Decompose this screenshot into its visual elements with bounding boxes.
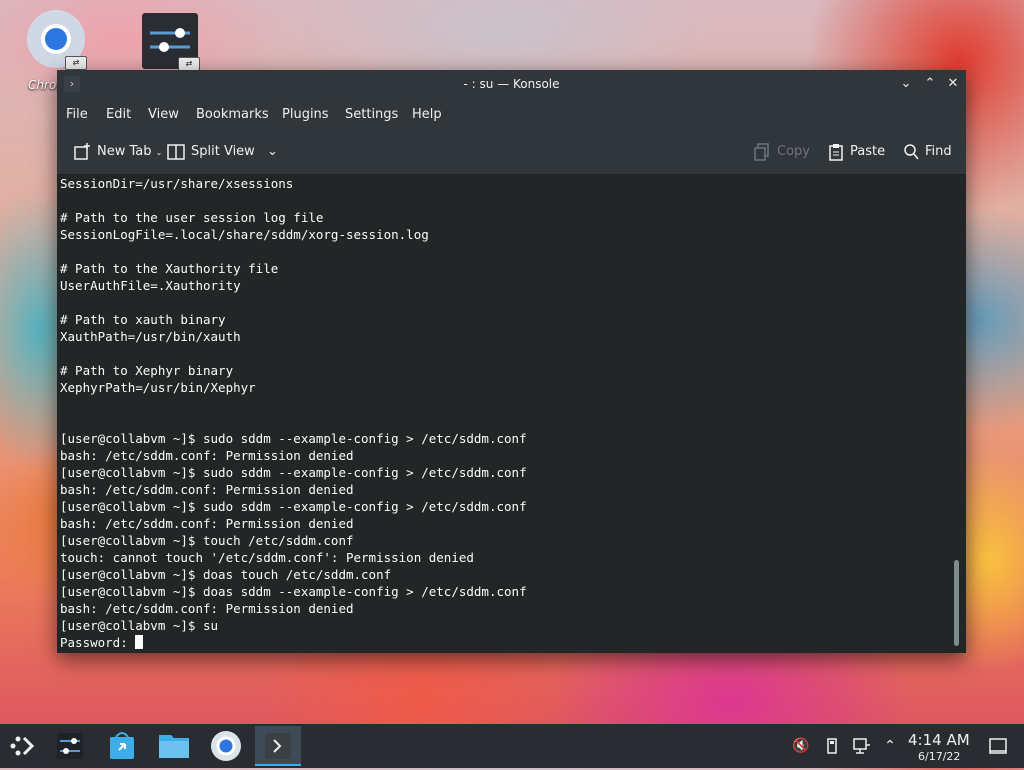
title-bar[interactable]: › - : su — Konsole ⌄ ⌃ ✕ (57, 70, 966, 98)
search-icon (904, 143, 919, 159)
menu-view[interactable]: View (148, 107, 179, 122)
desktop-chrome-icon[interactable]: ⇄ (27, 10, 87, 70)
split-view-chevron-icon[interactable]: ⌄ (267, 144, 278, 159)
launcher-icon (10, 736, 35, 756)
maximize-icon[interactable]: ⌃ (921, 75, 939, 93)
paste-icon (829, 143, 843, 161)
terminal-line: bash: /etc/sddm.conf: Permission denied (60, 516, 354, 531)
taskbar-konsole-button[interactable] (255, 726, 301, 766)
terminal-line: # Path to Xephyr binary (60, 363, 234, 378)
terminal-line: XephyrPath=/usr/bin/Xephyr (60, 380, 256, 395)
copy-button[interactable]: Copy (753, 142, 810, 162)
menu-edit[interactable]: Edit (106, 107, 131, 122)
find-label: Find (925, 144, 952, 159)
terminal-line: [user@collabvm ~]$ sudo sddm --example-c… (60, 465, 527, 480)
toolbar: New Tab ⌄ Split View ⌄ Copy Paste Find (57, 130, 966, 175)
text-cursor (135, 635, 144, 649)
terminal-line: XauthPath=/usr/bin/xauth (60, 329, 241, 344)
chrome-center (41, 24, 71, 54)
scrollbar-thumb[interactable] (954, 560, 959, 646)
close-icon[interactable]: ✕ (944, 75, 962, 93)
terminal-line: bash: /etc/sddm.conf: Permission denied (60, 448, 354, 463)
clock-time[interactable]: 4:14 AM (908, 731, 970, 749)
split-view-icon (167, 143, 185, 160)
terminal-line: [user@collabvm ~]$ touch /etc/sddm.conf (60, 533, 354, 548)
folder-icon (159, 735, 189, 758)
terminal-scrollbar[interactable] (947, 175, 966, 653)
taskbar-chrome-button[interactable] (203, 726, 249, 766)
clock-date[interactable]: 6/17/22 (918, 750, 960, 763)
menu-file[interactable]: File (66, 107, 88, 122)
app-launcher-button[interactable] (0, 726, 46, 766)
split-view-button[interactable]: Split View ⌄ (167, 142, 278, 162)
terminal-output: SessionDir=/usr/share/xsessions # Path t… (57, 175, 947, 651)
new-tab-label: New Tab (97, 144, 152, 159)
terminal-line: SessionLogFile=.local/share/sddm/xorg-se… (60, 227, 429, 242)
menu-settings[interactable]: Settings (345, 107, 398, 122)
minimize-icon[interactable]: ⌄ (897, 75, 915, 93)
terminal-icon (265, 733, 291, 759)
terminal-line: # Path to xauth binary (60, 312, 226, 327)
terminal-line: [user@collabvm ~]$ sudo sddm --example-c… (60, 499, 527, 514)
taskbar-store-button[interactable] (99, 726, 145, 766)
copy-icon (754, 142, 769, 161)
terminal-view[interactable]: SessionDir=/usr/share/xsessions # Path t… (57, 175, 947, 653)
terminal-line: # Path to the Xauthority file (60, 261, 279, 276)
new-tab-icon (74, 142, 90, 160)
sliders-icon (57, 733, 83, 759)
paste-label: Paste (850, 144, 886, 159)
password-prompt: Password: (60, 635, 136, 650)
new-tab-chevron-icon: ⌄ (155, 148, 163, 157)
terminal-line: [user@collabvm ~]$ su (60, 618, 219, 633)
link-badge-icon: ⇄ (65, 56, 87, 70)
show-desktop-icon[interactable] (988, 736, 1008, 756)
terminal-line: UserAuthFile=.Xauthority (60, 278, 241, 293)
menu-help[interactable]: Help (412, 107, 442, 122)
new-tab-button[interactable]: New Tab ⌄ (73, 142, 162, 162)
chrome-icon (211, 731, 241, 761)
taskbar-files-button[interactable] (151, 726, 197, 766)
terminal-line: bash: /etc/sddm.conf: Permission denied (60, 482, 354, 497)
menu-bar: File Edit View Bookmarks Plugins Setting… (57, 98, 966, 130)
terminal-line: [user@collabvm ~]$ sudo sddm --example-c… (60, 431, 527, 446)
taskbar: 🔇 ⌃ (0, 724, 1024, 768)
volume-muted-icon[interactable]: 🔇 (791, 736, 811, 756)
copy-label: Copy (777, 144, 810, 159)
terminal-line: [user@collabvm ~]$ doas touch /etc/sddm.… (60, 567, 392, 582)
split-view-label: Split View (191, 144, 255, 159)
terminal-line: SessionDir=/usr/share/xsessions (60, 176, 294, 191)
taskbar-mixer-button[interactable] (47, 726, 93, 766)
terminal-line: # Path to the user session log file (60, 210, 324, 225)
find-button[interactable]: Find (903, 142, 952, 162)
link-badge-icon: ⇄ (178, 57, 200, 71)
shopping-bag-icon (110, 732, 134, 759)
paste-button[interactable]: Paste (828, 142, 885, 162)
network-icon[interactable] (851, 736, 871, 756)
tray-expand-chevron-icon[interactable]: ⌃ (880, 736, 900, 756)
terminal-line: bash: /etc/sddm.conf: Permission denied (60, 601, 354, 616)
terminal-line: [user@collabvm ~]$ doas sddm --example-c… (60, 584, 527, 599)
desktop-mixer-icon[interactable]: ⇄ (142, 13, 200, 71)
menu-bookmarks[interactable]: Bookmarks (196, 107, 269, 122)
menu-plugins[interactable]: Plugins (282, 107, 329, 122)
usb-device-icon[interactable] (822, 736, 842, 756)
terminal-line: touch: cannot touch '/etc/sddm.conf': Pe… (60, 550, 474, 565)
konsole-window: › - : su — Konsole ⌄ ⌃ ✕ File Edit View … (57, 70, 966, 653)
window-title: - : su — Konsole (463, 77, 560, 91)
